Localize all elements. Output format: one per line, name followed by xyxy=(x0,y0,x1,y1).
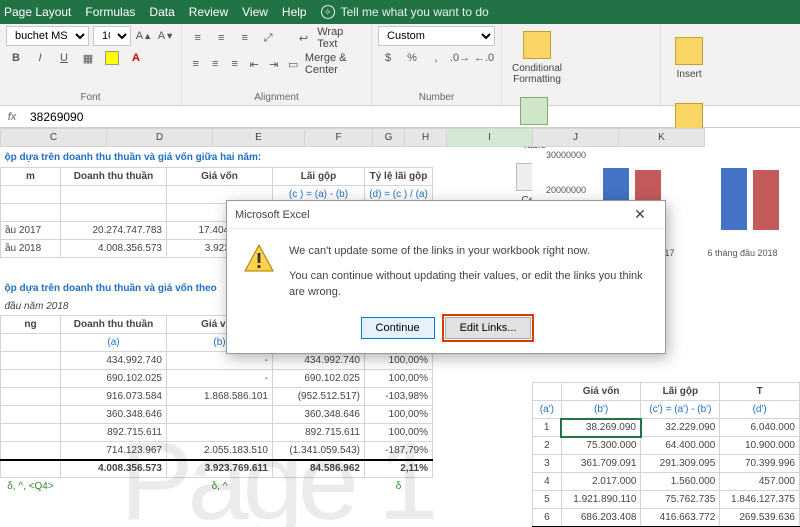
ribbon: buchet MS 10 A▲ A▼ B I U ▦ A Font ≡ ≡ ≡ … xyxy=(0,24,800,106)
group-font-label: Font xyxy=(6,90,175,105)
fx-icon[interactable]: fx xyxy=(0,111,24,123)
align-top-icon[interactable]: ≡ xyxy=(188,28,207,48)
group-font: buchet MS 10 A▲ A▼ B I U ▦ A Font xyxy=(0,24,182,105)
column-header[interactable]: J xyxy=(533,129,619,147)
align-bottom-icon[interactable]: ≡ xyxy=(235,28,254,48)
align-middle-icon[interactable]: ≡ xyxy=(211,28,230,48)
comma-format-icon[interactable]: , xyxy=(426,48,446,68)
tab-page-layout[interactable]: Page Layout xyxy=(4,5,71,19)
group-styles: Conditional Formatting Format as Table C… xyxy=(502,24,661,105)
border-button[interactable]: ▦ xyxy=(78,48,98,68)
fill-color-button[interactable] xyxy=(102,48,122,68)
column-header[interactable]: I xyxy=(447,129,533,147)
increase-font-icon[interactable]: A▲ xyxy=(135,26,153,46)
group-cells: Insert Delete Format Cells xyxy=(661,24,800,105)
table-right: Giá vốnLãi gộpT(a')(b')(c') = (a') - (b'… xyxy=(532,382,800,527)
close-icon[interactable]: ✕ xyxy=(623,204,657,226)
dialog-message: We can't update some of the links in you… xyxy=(289,243,649,301)
italic-button[interactable]: I xyxy=(30,48,50,68)
decrease-indent-icon[interactable]: ⇤ xyxy=(246,54,261,74)
wrap-text-icon[interactable]: ↩ xyxy=(294,28,313,48)
wrap-text-label[interactable]: Wrap Text xyxy=(317,26,365,50)
edit-links-button[interactable]: Edit Links... xyxy=(445,317,532,339)
chart-bar xyxy=(753,170,779,230)
align-right-icon[interactable]: ≡ xyxy=(227,54,242,74)
continue-button[interactable]: Continue xyxy=(361,317,435,339)
merge-icon[interactable]: ▭ xyxy=(285,54,300,74)
group-number: Custom $ % , .0→ ←.0 Number xyxy=(372,24,502,105)
accounting-format-icon[interactable]: $ xyxy=(378,48,398,68)
align-left-icon[interactable]: ≡ xyxy=(188,54,203,74)
tab-data[interactable]: Data xyxy=(149,5,174,19)
dialog-line2: You can continue without updating their … xyxy=(289,268,649,301)
column-header[interactable]: H xyxy=(405,129,447,147)
underline-button[interactable]: U xyxy=(54,48,74,68)
dialog-titlebar[interactable]: Microsoft Excel ✕ xyxy=(227,201,665,229)
tab-review[interactable]: Review xyxy=(189,5,228,19)
tab-help[interactable]: Help xyxy=(282,5,307,19)
group-number-label: Number xyxy=(378,90,495,105)
chart-bar xyxy=(721,168,747,230)
decrease-decimal-icon[interactable]: ←.0 xyxy=(474,48,494,68)
decrease-font-icon[interactable]: A▼ xyxy=(157,26,175,46)
dialog-title: Microsoft Excel xyxy=(235,209,623,221)
column-header[interactable]: E xyxy=(213,129,305,147)
column-header[interactable]: K xyxy=(619,129,705,147)
dialog-line1: We can't update some of the links in you… xyxy=(289,243,649,260)
font-size-select[interactable]: 10 xyxy=(93,26,131,46)
orientation-icon[interactable]: ⤢ xyxy=(258,28,277,48)
column-header[interactable]: C xyxy=(1,129,107,147)
tell-me[interactable]: ✧ Tell me what you want to do xyxy=(321,5,489,19)
group-alignment-label: Alignment xyxy=(188,90,365,105)
percent-format-icon[interactable]: % xyxy=(402,48,422,68)
group-alignment: ≡ ≡ ≡ ⤢ ↩ Wrap Text ≡ ≡ ≡ ⇤ ⇥ ▭ Merge & … xyxy=(182,24,372,105)
tell-me-label: Tell me what you want to do xyxy=(341,5,489,19)
number-format-select[interactable]: Custom xyxy=(378,26,495,46)
insert-button[interactable]: Insert xyxy=(667,26,711,90)
column-header[interactable]: G xyxy=(373,129,405,147)
column-header[interactable]: D xyxy=(107,129,213,147)
conditional-formatting-button[interactable]: Conditional Formatting xyxy=(508,26,566,90)
increase-decimal-icon[interactable]: .0→ xyxy=(450,48,470,68)
tab-view[interactable]: View xyxy=(242,5,268,19)
bold-button[interactable]: B xyxy=(6,48,26,68)
merge-label[interactable]: Merge & Center xyxy=(305,52,365,76)
align-center-icon[interactable]: ≡ xyxy=(207,54,222,74)
ribbon-tabs: Page Layout Formulas Data Review View He… xyxy=(0,0,800,24)
column-header[interactable]: F xyxy=(305,129,373,147)
update-links-dialog: Microsoft Excel ✕ We can't update some o… xyxy=(226,200,666,354)
increase-indent-icon[interactable]: ⇥ xyxy=(266,54,281,74)
font-color-button[interactable]: A xyxy=(126,48,146,68)
warning-icon xyxy=(243,243,275,275)
font-name-select[interactable]: buchet MS xyxy=(6,26,89,46)
lightbulb-icon: ✧ xyxy=(321,5,335,19)
tab-formulas[interactable]: Formulas xyxy=(85,5,135,19)
column-headers[interactable]: CDEFGHIJK xyxy=(0,128,705,147)
